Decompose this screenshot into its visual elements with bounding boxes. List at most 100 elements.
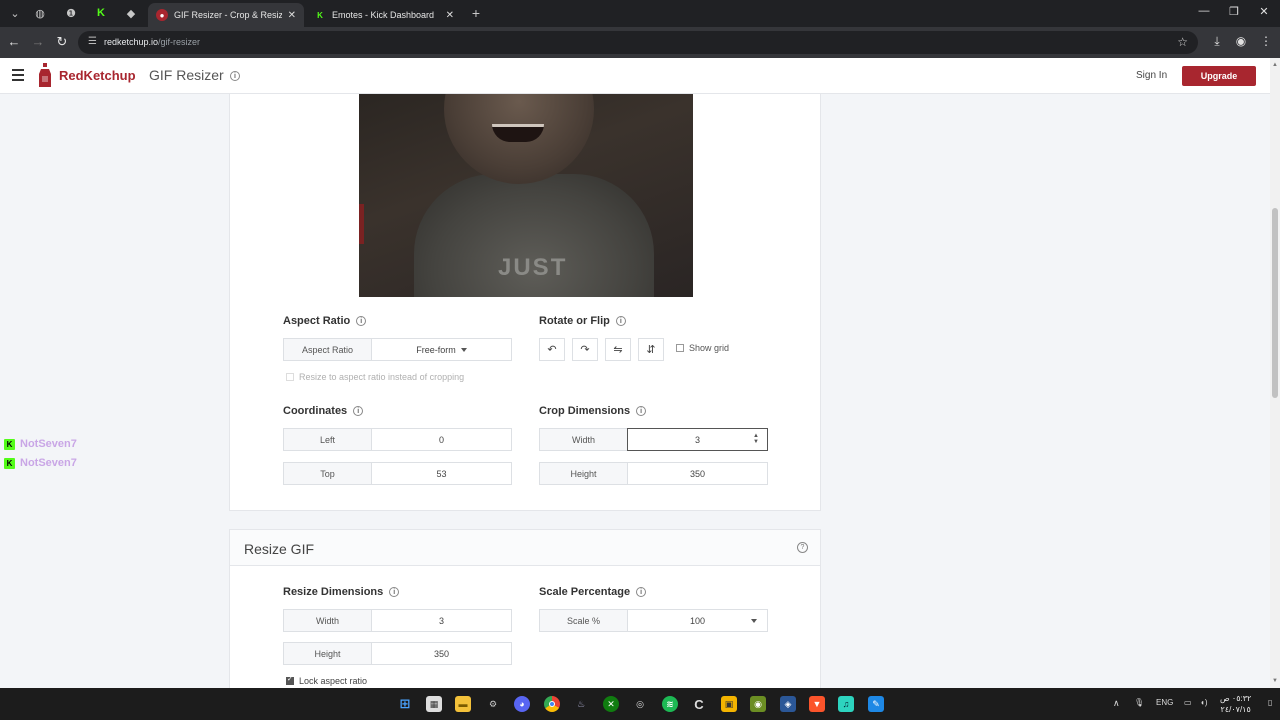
microphone-icon[interactable]: 🎙︎ [1134,698,1144,707]
close-tab-icon[interactable]: ✕ [288,10,296,21]
site-info-icon[interactable]: ☰ [88,36,100,48]
crop-height-field[interactable]: Height 350 [539,462,768,485]
crop-width-value: 3 [694,434,700,445]
kick-favicon-icon: K [317,10,323,20]
forward-icon[interactable]: → [30,34,46,50]
rotate-right-button[interactable]: ↷ [572,338,598,361]
scale-select[interactable]: Scale % 100 [539,609,768,632]
spotify-icon[interactable]: ≋ [662,696,678,712]
upgrade-button[interactable]: Upgrade [1182,66,1256,86]
info-icon[interactable]: i [356,316,367,326]
crop-width-input[interactable]: 3 ▲ ▼ [627,428,768,451]
app-icon[interactable]: ◈ [780,696,796,712]
system-clock[interactable]: ٠٥:٣٢ ص ٢٤/٠٧/١٥ [1220,693,1251,715]
paint-icon[interactable]: ✎ [868,696,884,712]
crop-height-input[interactable]: 350 [628,463,767,484]
tab-kick-dashboard[interactable]: K Emotes - Kick Dashboard ✕ [306,3,462,27]
network-icon[interactable]: ▭ [1184,698,1192,707]
info-icon[interactable]: i [615,316,626,326]
left-coordinate-field[interactable]: Left 0 [283,428,512,451]
pinned-kick-tab-icon[interactable]: K [92,5,110,21]
chrome-icon[interactable] [544,696,560,712]
info-icon[interactable]: i [636,587,647,597]
browser-tab-bar: ⌄ ◍ ❶ K ◆ ● GIF Resizer - Crop & Resize … [0,0,1280,27]
kick-badge-icon: K [4,457,15,469]
scroll-down-icon[interactable]: ▼ [1271,678,1279,684]
lock-aspect-option[interactable]: Lock aspect ratio [286,675,368,686]
obs-icon[interactable]: ◎ [632,696,648,712]
xbox-icon[interactable]: ✕ [603,696,619,712]
settings-gear-icon[interactable]: ⚙ [485,696,501,712]
scale-dropdown[interactable]: 100 [628,610,767,631]
scroll-up-icon[interactable]: ▲ [1271,62,1279,68]
flip-vertical-button[interactable]: ⇵ [638,338,664,361]
show-grid-checkbox[interactable] [676,344,684,352]
lock-aspect-label: Lock aspect ratio [299,676,368,686]
top-coordinate-field[interactable]: Top 53 [283,462,512,485]
browser-menu-icon[interactable]: ⋮ [1258,34,1274,48]
crop-handle[interactable] [359,204,364,244]
hamburger-menu-icon[interactable] [12,69,24,81]
address-bar-row: ← → ↻ ☰ redketchup.io/gif-resizer ☆ ⤓ ◉ … [0,27,1280,58]
url-text[interactable]: redketchup.io/gif-resizer [104,37,200,47]
minimize-icon[interactable]: — [1196,5,1212,17]
resize-to-aspect-checkbox[interactable] [286,373,294,381]
profile-icon[interactable]: ◉ [1233,34,1249,48]
info-icon[interactable]: i [230,71,240,81]
resize-width-input[interactable]: 3 [372,610,511,631]
scrollbar-thumb[interactable] [1272,208,1278,398]
back-icon[interactable]: ← [6,34,22,50]
restore-icon[interactable]: ❐ [1226,5,1242,18]
audio-app-icon[interactable]: ♫ [838,696,854,712]
number-spinner-icon[interactable]: ▲ ▼ [753,433,759,445]
pinned-tab-icon[interactable]: ◍ [31,5,49,21]
windows-start-icon[interactable]: ⊞ [397,696,413,712]
nvidia-icon[interactable]: ◉ [750,696,766,712]
ccleaner-icon[interactable]: C [691,696,707,712]
flip-horizontal-button[interactable]: ⇋ [605,338,631,361]
crop-width-field[interactable]: Width 3 ▲ ▼ [539,428,768,451]
omnibox[interactable]: ☰ redketchup.io/gif-resizer ☆ [78,31,1198,54]
brand-name[interactable]: RedKetchup [59,68,136,83]
left-input[interactable]: 0 [372,429,511,450]
bookmark-star-icon[interactable]: ☆ [1177,35,1188,49]
capture-icon[interactable]: ▣ [721,696,737,712]
file-explorer-icon[interactable]: ▬ [455,696,471,712]
ketchup-bottle-logo-icon[interactable] [38,63,52,87]
close-window-icon[interactable]: ✕ [1256,5,1272,18]
top-input[interactable]: 53 [372,463,511,484]
resize-height-field[interactable]: Height 350 [283,642,512,665]
store-icon[interactable]: ▦ [426,696,442,712]
gif-preview-image[interactable]: JUST [359,94,693,297]
info-icon[interactable]: i [389,587,400,597]
discord-icon[interactable]: ◕ [514,696,530,712]
pinned-tab-icon[interactable]: ◆ [122,5,140,21]
lock-aspect-checkbox[interactable] [286,675,294,685]
pinned-tab-icon[interactable]: ❶ [62,5,80,21]
sign-in-link[interactable]: Sign In [1136,70,1167,81]
close-tab-icon[interactable]: ✕ [446,10,454,21]
volume-icon[interactable]: ◖) [1200,698,1208,707]
rotate-left-button[interactable]: ↶ [539,338,565,361]
help-icon[interactable]: ? [797,542,808,553]
brave-icon[interactable]: ▼ [809,696,825,712]
aspect-ratio-select[interactable]: Aspect Ratio Free-form [283,338,512,361]
tab-search-icon[interactable]: ⌄ [6,5,24,21]
resize-card: Resize Dimensions i Width 3 Height 350 L… [229,566,821,690]
info-icon[interactable]: i [353,406,364,416]
steam-icon[interactable]: ♨ [573,696,589,712]
show-grid-option[interactable]: Show grid [676,343,729,353]
aspect-ratio-dropdown[interactable]: Free-form [372,339,511,360]
resize-width-field[interactable]: Width 3 [283,609,512,632]
page-scrollbar[interactable]: ▲ ▼ [1270,58,1280,688]
download-icon[interactable]: ⤓ [1209,34,1225,49]
info-icon[interactable]: i [636,406,647,416]
tab-title: GIF Resizer - Crop & Resize Ani [174,10,282,20]
tab-gif-resizer[interactable]: ● GIF Resizer - Crop & Resize Ani ✕ [148,3,304,27]
resize-height-input[interactable]: 350 [372,643,511,664]
reload-icon[interactable]: ↻ [54,34,70,50]
chevron-up-icon[interactable]: ∧ [1113,698,1120,709]
new-tab-icon[interactable]: + [467,5,485,21]
notifications-icon[interactable]: ▯ [1268,698,1272,707]
language-indicator[interactable]: ENG [1156,698,1173,707]
